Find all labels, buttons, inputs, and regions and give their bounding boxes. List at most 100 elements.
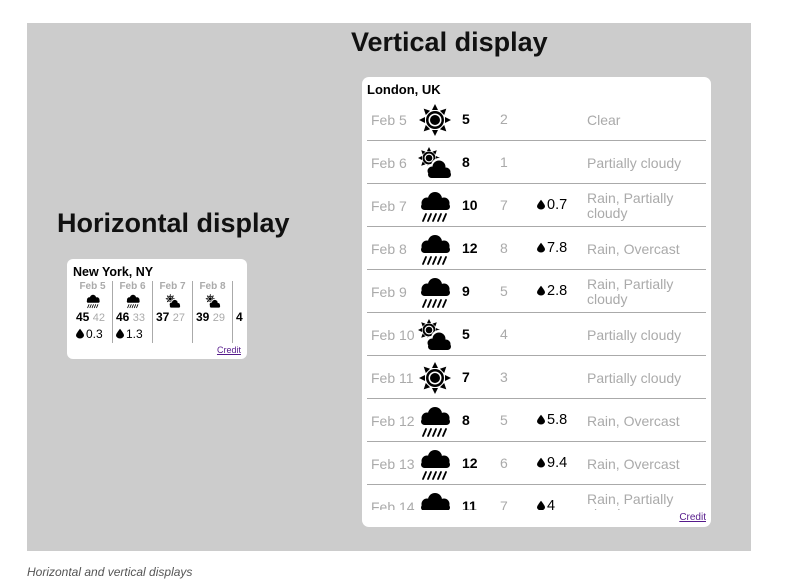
vertical-day-row: Feb 9 9 5 2.8 Rain, Partially cloudy	[367, 270, 706, 313]
day-low-temp: 29	[212, 312, 225, 324]
vertical-weather-widget: London, UK Feb 5 5 2 Clear Feb 6 8 1 Partially …	[362, 77, 711, 527]
row-precipitation: 0.7	[537, 197, 567, 213]
row-description: Rain, Overcast	[587, 406, 705, 436]
vertical-location-title: London, UK	[367, 82, 441, 97]
vertical-day-row: Feb 12 8 5 5.8 Rain, Overcast	[367, 399, 706, 442]
day-low-temp: 27	[172, 312, 185, 324]
row-description: Rain, Partially cloudy	[587, 277, 705, 307]
vertical-credit-link[interactable]: Credit	[679, 512, 706, 523]
horizontal-day-column: F4	[233, 281, 247, 343]
row-precipitation: 9.4	[537, 455, 567, 471]
description-text: Clear	[587, 111, 621, 128]
row-low-temp: 5	[500, 283, 508, 299]
precip-value: 2.8	[547, 283, 568, 299]
day-date: Feb 7	[159, 281, 186, 292]
vertical-day-row: Feb 13 12 6 9.4 Rain, Overcast	[367, 442, 706, 485]
precip-value: 1.3	[126, 327, 143, 341]
row-date: Feb 5	[371, 112, 407, 128]
row-low-temp: 6	[500, 455, 508, 471]
horizontal-day-column: Feb 8 39 29	[193, 281, 233, 343]
row-high-temp: 10	[462, 197, 478, 213]
day-high-temp: 39	[196, 310, 210, 324]
vertical-day-row: Feb 5 5 2 Clear	[367, 98, 706, 141]
partly-cloudy-icon	[205, 293, 221, 309]
row-date: Feb 12	[371, 413, 415, 429]
rain-icon	[417, 189, 453, 223]
row-date: Feb 6	[371, 155, 407, 171]
description-text: Rain, Overcast	[587, 455, 680, 472]
row-low-temp: 5	[500, 412, 508, 428]
vertical-day-row: Feb 11 7 3 Partially cloudy	[367, 356, 706, 399]
sun-icon	[417, 103, 453, 137]
row-low-temp: 3	[500, 369, 508, 385]
description-text: Rain, Overcast	[587, 412, 680, 429]
rain-icon	[417, 275, 453, 309]
description-text: Rain, Partially cloudy	[587, 277, 674, 307]
sun-icon	[417, 361, 453, 395]
row-high-temp: 8	[462, 412, 470, 428]
horizontal-credit-link[interactable]: Credit	[217, 345, 241, 355]
precip-value: 4	[547, 498, 556, 510]
row-description: Rain, Partially cloudy	[587, 191, 705, 221]
horizontal-forecast-days: Feb 5 45 42 0.3 Feb 6 46 33 1.3 Feb 7 37 27 Feb …	[73, 281, 247, 343]
precip-value: 7.8	[547, 240, 568, 256]
partly-cloudy-icon	[417, 146, 453, 180]
horizontal-day-column: Feb 7 37 27	[153, 281, 193, 343]
row-precipitation: 5.8	[537, 412, 567, 428]
vertical-day-row: Feb 6 8 1 Partially cloudy	[367, 141, 706, 184]
rain-icon	[85, 293, 101, 309]
day-temperatures: 37 27	[156, 310, 185, 324]
raindrop-icon	[76, 327, 86, 341]
raindrop-icon	[537, 498, 547, 510]
vertical-day-row: Feb 10 5 4 Partially cloudy	[367, 313, 706, 356]
row-low-temp: 1	[500, 154, 508, 170]
day-temperatures: 4	[236, 310, 243, 324]
row-low-temp: 8	[500, 240, 508, 256]
day-date: F	[233, 281, 247, 292]
rain-icon	[417, 404, 453, 438]
row-precipitation: 7.8	[537, 240, 567, 256]
day-date: Feb 5	[79, 281, 106, 292]
row-precipitation: 2.8	[537, 283, 567, 299]
row-low-temp: 4	[500, 326, 508, 342]
rain-icon	[125, 293, 141, 309]
row-date: Feb 9	[371, 284, 407, 300]
precip-value: 5.8	[547, 412, 568, 428]
description-text: Partially cloudy	[587, 326, 682, 343]
row-high-temp: 12	[462, 455, 478, 471]
row-high-temp: 5	[462, 111, 470, 127]
raindrop-icon	[537, 412, 547, 428]
horizontal-day-column: Feb 6 46 33 1.3	[113, 281, 153, 343]
day-high-temp: 4	[236, 310, 243, 324]
row-description: Clear	[587, 105, 705, 135]
row-high-temp: 8	[462, 154, 470, 170]
row-high-temp: 9	[462, 283, 470, 299]
precip-value: 0.3	[86, 327, 103, 341]
vertical-forecast-rows: Feb 5 5 2 Clear Feb 6 8 1 Partially cloudy Feb 7…	[367, 98, 706, 510]
rain-icon	[417, 490, 453, 510]
day-date: Feb 8	[199, 281, 226, 292]
row-date: Feb 10	[371, 327, 415, 343]
description-text: Partially cloudy	[587, 369, 682, 386]
raindrop-icon	[537, 455, 547, 471]
row-high-temp: 5	[462, 326, 470, 342]
day-temperatures: 45 42	[76, 310, 105, 324]
demo-stage: Vertical display Horizontal display New …	[27, 23, 751, 551]
vertical-day-row: Feb 14 11 7 4 Rain, Partially cloudy	[367, 485, 706, 510]
day-high-temp: 45	[76, 310, 90, 324]
row-description: Rain, Partially cloudy	[587, 492, 705, 510]
day-date: Feb 6	[119, 281, 146, 292]
row-low-temp: 7	[500, 498, 508, 510]
day-high-temp: 46	[116, 310, 130, 324]
raindrop-icon	[116, 327, 126, 341]
horizontal-display-heading: Horizontal display	[57, 208, 290, 238]
day-low-temp: 42	[92, 312, 105, 324]
row-low-temp: 7	[500, 197, 508, 213]
horizontal-day-column: Feb 5 45 42 0.3	[73, 281, 113, 343]
day-temperatures: 46 33	[116, 310, 145, 324]
row-date: Feb 7	[371, 198, 407, 214]
row-date: Feb 13	[371, 456, 415, 472]
horizontal-location-title: New York, NY	[73, 265, 154, 279]
partly-cloudy-icon	[165, 293, 181, 309]
day-low-temp: 33	[132, 312, 145, 324]
